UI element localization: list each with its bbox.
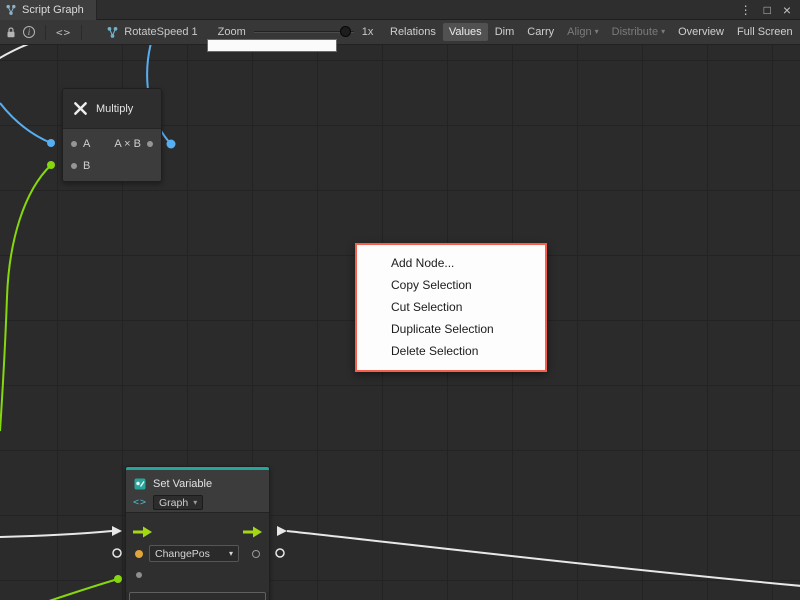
script-graph-icon [5, 4, 17, 16]
connection-endpoint-blue[interactable] [167, 140, 176, 149]
distribute-button[interactable]: Distribute ▾ [606, 23, 671, 41]
node-multiply[interactable]: Multiply A A × B B [62, 88, 162, 182]
floating-text-field[interactable] [207, 39, 337, 52]
fullscreen-button[interactable]: Full Screen [731, 23, 799, 41]
variable-scope-dropdown[interactable]: Graph ▾ [153, 495, 203, 510]
input-port-a[interactable] [71, 141, 77, 147]
flow-input-port[interactable] [133, 526, 153, 538]
value-port-outer-right[interactable] [276, 549, 284, 557]
connection-endpoint-green[interactable] [47, 161, 55, 169]
window-menu-icon[interactable]: ⋮ [740, 4, 752, 16]
variable-value-port[interactable] [135, 550, 143, 558]
titlebar: Script Graph ⋮ □ × [0, 0, 800, 20]
zoom-control: Zoom 1x [218, 26, 374, 38]
values-button[interactable]: Values [443, 23, 488, 41]
chevron-down-icon: ▾ [229, 550, 233, 558]
node-set-variable[interactable]: Set Variable <> Graph ▾ ChangePos [125, 466, 270, 600]
zoom-slider-handle[interactable] [340, 26, 351, 37]
node-multiply-body: A A × B B [63, 129, 161, 181]
toolbar-right-group: Relations Values Dim Carry Align ▾ Distr… [384, 20, 800, 44]
flow-connection-out[interactable] [287, 531, 800, 586]
output-value-port[interactable] [252, 550, 260, 558]
node-multiply-header[interactable]: Multiply [63, 89, 161, 129]
flow-arrowhead-in[interactable] [112, 526, 122, 536]
port-label-result: A × B [114, 138, 141, 150]
menu-item-delete-selection[interactable]: Delete Selection [357, 340, 545, 362]
carry-button[interactable]: Carry [521, 23, 560, 41]
close-icon[interactable]: × [783, 3, 791, 17]
node-title: Set Variable [153, 478, 212, 490]
context-menu: Add Node... Copy Selection Cut Selection… [355, 243, 547, 372]
port-label-b: B [83, 160, 90, 172]
zoom-label: Zoom [218, 26, 246, 38]
overview-button[interactable]: Overview [672, 23, 730, 41]
set-variable-icon [133, 477, 147, 491]
dim-button[interactable]: Dim [489, 23, 521, 41]
chevron-down-icon: ▾ [595, 28, 599, 36]
lock-icon[interactable] [5, 26, 17, 39]
toolbar-separator [45, 25, 46, 40]
code-icon: <> [133, 497, 147, 508]
tab-script-graph[interactable]: Script Graph [0, 0, 97, 20]
window-controls: ⋮ □ × [740, 3, 800, 17]
node-set-variable-body: ChangePos ▾ [126, 513, 269, 592]
tab-title: Script Graph [22, 4, 84, 16]
breadcrumb[interactable]: RotateSpeed 1 [106, 26, 197, 39]
connection-endpooint-green[interactable] [114, 575, 122, 583]
graph-toolbar: i <> RotateSpeed 1 Zoom 1x Relations Val… [0, 20, 800, 45]
value-port-outer-left[interactable] [113, 549, 121, 557]
multiply-icon [73, 101, 88, 116]
edit-code-icon[interactable]: <> [56, 26, 71, 39]
flow-arrowhead-out[interactable] [277, 526, 287, 536]
graph-asset-icon [106, 26, 119, 39]
connection-green-bottom[interactable] [46, 579, 118, 600]
align-button[interactable]: Align ▾ [561, 23, 604, 41]
port-row-a: A A × B [63, 133, 161, 155]
menu-item-duplicate-selection[interactable]: Duplicate Selection [357, 318, 545, 340]
info-icon[interactable]: i [23, 26, 35, 38]
maximize-icon[interactable]: □ [764, 4, 771, 16]
menu-item-copy-selection[interactable]: Copy Selection [357, 274, 545, 296]
graph-name: RotateSpeed 1 [124, 26, 197, 38]
menu-item-add-node[interactable]: Add Node... [357, 252, 545, 274]
zoom-value: 1x [362, 26, 374, 38]
node-set-variable-footer [129, 592, 266, 600]
connection-green-left[interactable] [0, 165, 51, 431]
zoom-slider-track[interactable] [254, 31, 354, 33]
variable-name-dropdown[interactable]: ChangePos ▾ [149, 545, 239, 562]
port-label-a: A [83, 138, 90, 150]
chevron-down-icon: ▾ [193, 499, 197, 507]
default-value-port[interactable] [136, 572, 142, 578]
connection-endpoint-blue[interactable] [47, 139, 55, 147]
flow-connection-in[interactable] [0, 531, 112, 537]
output-port-result[interactable] [147, 141, 153, 147]
connection-white-topleft[interactable] [0, 45, 34, 59]
node-title: Multiply [96, 103, 133, 115]
flow-output-port[interactable] [243, 526, 263, 538]
relations-button[interactable]: Relations [384, 23, 442, 41]
connection-blue-left[interactable] [0, 103, 51, 143]
toolbar-separator [81, 25, 82, 40]
chevron-down-icon: ▾ [661, 28, 665, 36]
menu-item-cut-selection[interactable]: Cut Selection [357, 296, 545, 318]
input-port-b[interactable] [71, 163, 77, 169]
node-set-variable-header[interactable]: Set Variable <> Graph ▾ [126, 470, 269, 513]
port-row-b: B [63, 155, 161, 177]
